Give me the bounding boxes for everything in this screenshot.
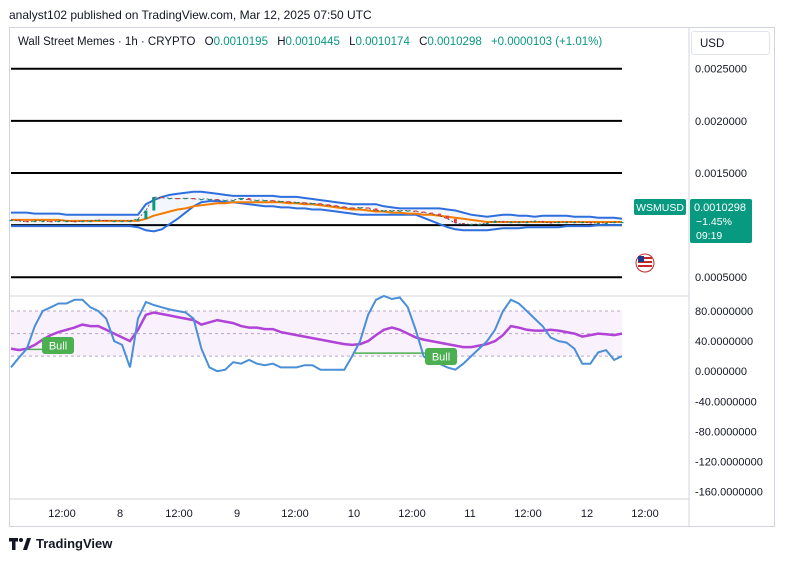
price-axis-label: 0.0015000	[695, 168, 747, 180]
time-axis-label: 12	[581, 508, 593, 520]
price-candle	[445, 215, 449, 219]
tradingview-logo[interactable]: TradingView	[9, 536, 112, 551]
oscillator-axis-label: 80.0000000	[695, 306, 753, 318]
time-axis-label: 12:00	[398, 508, 426, 520]
bull-badge-label: Bull	[432, 352, 450, 364]
time-axis-label: 10	[348, 508, 360, 520]
price-tag-change: −1.45%	[696, 216, 732, 228]
price-axis[interactable]: 0.0025000 0.0020000 0.0015000 0.0005000 80.0…	[695, 64, 763, 499]
time-axis-label: 12:00	[281, 508, 309, 520]
oscillator-axis-label: -80.0000000	[695, 426, 757, 438]
us-flag-icon[interactable]	[635, 253, 655, 273]
price-axis-label: 0.0020000	[695, 116, 747, 128]
price-axis-label: 0.0025000	[695, 64, 747, 76]
price-tag: WSMUSD 0.0010298 −1.45% 09:19	[634, 199, 752, 243]
ticker-tag-label: WSMUSD	[636, 202, 684, 214]
time-axis-label: 12:00	[514, 508, 542, 520]
bull-badge: Bull	[425, 348, 457, 365]
time-axis-label: 12:00	[631, 508, 659, 520]
oscillator-axis-label: -40.0000000	[695, 396, 757, 408]
time-axis[interactable]: 12:00 8 12:00 9 12:00 10 12:00 11 12:00 12 12:00	[48, 508, 659, 520]
price-tag-countdown: 09:19	[696, 230, 722, 242]
price-candle	[453, 218, 457, 224]
oscillator-axis-label: -160.0000000	[695, 486, 763, 498]
time-axis-label: 12:00	[48, 508, 76, 520]
tradingview-brand: TradingView	[36, 536, 113, 551]
time-axis-label: 8	[117, 508, 123, 520]
time-axis-label: 9	[234, 508, 240, 520]
bull-badge-label: Bull	[49, 341, 67, 353]
oscillator-axis-label: 0.0000000	[695, 366, 747, 378]
oscillator-axis-label: 40.0000000	[695, 336, 753, 348]
price-candle	[437, 213, 441, 216]
time-axis-label: 11	[464, 508, 475, 520]
price-axis-label: 0.0005000	[695, 272, 747, 284]
price-pane	[9, 67, 624, 279]
oscillator-pane	[10, 294, 623, 373]
chart-canvas[interactable]: 0.00250000.00200000.00150000.000500080.0…	[0, 0, 785, 562]
bull-badge: Bull	[42, 337, 74, 354]
time-axis-label: 12:00	[165, 508, 193, 520]
oscillator-axis-label: -120.0000000	[695, 456, 763, 468]
price-tag-price: 0.0010298	[694, 202, 746, 214]
price-candle	[136, 218, 140, 221]
tradingview-logo-icon	[9, 537, 31, 550]
price-candle	[128, 220, 132, 223]
